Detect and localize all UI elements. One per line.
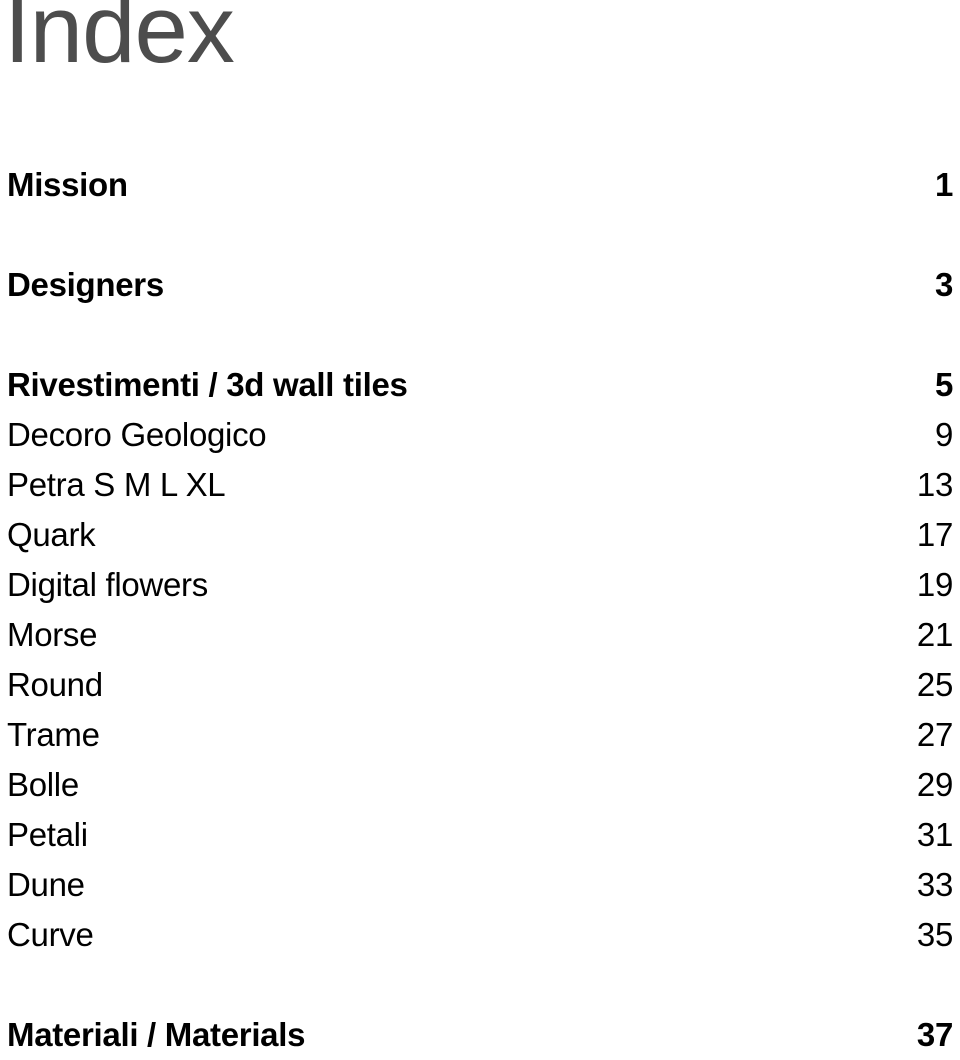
toc-entry-label: Quark [7, 516, 96, 553]
toc-row[interactable]: Quark 17 [7, 510, 953, 560]
toc-row[interactable]: Petra S M L XL 13 [7, 460, 953, 510]
toc-entry-label: Petra S M L XL [7, 466, 226, 503]
toc-entry-label: Designers [7, 266, 164, 303]
toc-row[interactable]: Materiali / Materials 37 [7, 1010, 953, 1060]
toc-entry-label: Mission [7, 166, 128, 203]
toc-entry-label: Digital flowers [7, 566, 208, 603]
toc-row[interactable]: Mission 1 [7, 160, 953, 210]
toc-row[interactable]: Trame 27 [7, 710, 953, 760]
toc-entry-page-number: 37 [916, 1016, 953, 1053]
toc-entry-label: Round [7, 666, 103, 703]
toc-row[interactable]: Rivestimenti / 3d wall tiles 5 [7, 360, 953, 410]
toc-entry-page-number: 9 [934, 416, 953, 453]
toc-entry-page-number: 33 [916, 866, 953, 903]
toc-entry-page-number: 31 [916, 816, 953, 853]
toc-row[interactable]: Petali 31 [7, 810, 953, 860]
toc-entry-page-number: 25 [916, 666, 953, 703]
table-of-contents: Mission 1 Designers 3 Rivestimenti / 3d wall… [7, 160, 953, 1060]
toc-row[interactable]: Dune 33 [7, 860, 953, 910]
toc-row[interactable]: Morse 21 [7, 610, 953, 660]
toc-entry-page-number: 27 [916, 716, 953, 753]
toc-entry-label: Petali [7, 816, 88, 853]
toc-entry-label: Trame [7, 716, 100, 753]
toc-entry-label: Decoro Geologico [7, 416, 267, 453]
toc-row[interactable]: Round 25 [7, 660, 953, 710]
index-page: Index Mission 1 Designers 3 Rivestimenti / 3… [0, 0, 960, 1053]
toc-entry-page-number: 1 [934, 166, 953, 203]
toc-entry-page-number: 17 [916, 516, 953, 553]
toc-entry-label: Curve [7, 916, 94, 953]
toc-entry-label: Dune [7, 866, 85, 903]
toc-entry-label: Bolle [7, 766, 79, 803]
toc-entry-label: Rivestimenti / 3d wall tiles [7, 366, 408, 403]
toc-entry-page-number: 19 [916, 566, 953, 603]
toc-row[interactable]: Digital flowers 19 [7, 560, 953, 610]
toc-entry-page-number: 29 [916, 766, 953, 803]
toc-row[interactable]: Bolle 29 [7, 760, 953, 810]
toc-entry-page-number: 5 [934, 366, 953, 403]
toc-entry-label: Materiali / Materials [7, 1016, 306, 1053]
toc-entry-page-number: 21 [916, 616, 953, 653]
toc-entry-page-number: 35 [916, 916, 953, 953]
toc-entry-page-number: 13 [916, 466, 953, 503]
toc-row[interactable]: Designers 3 [7, 260, 953, 310]
toc-entry-page-number: 3 [934, 266, 953, 303]
toc-entry-label: Morse [7, 616, 98, 653]
page-title: Index [4, 0, 235, 83]
toc-row[interactable]: Curve 35 [7, 910, 953, 960]
toc-row[interactable]: Decoro Geologico 9 [7, 410, 953, 460]
